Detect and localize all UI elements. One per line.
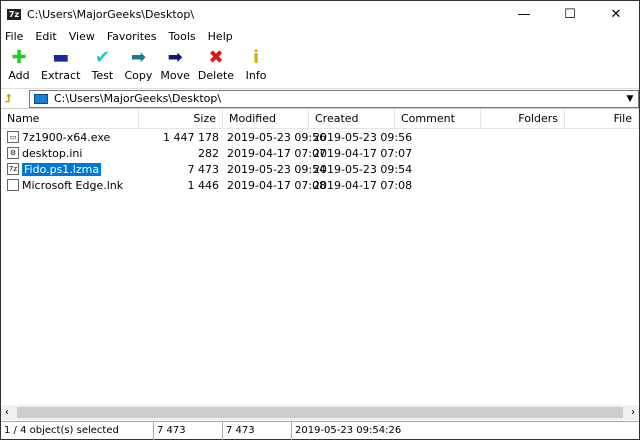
file-modified: 2019-05-23 09:56 (227, 130, 327, 144)
extract-icon: ▬ (52, 47, 70, 68)
table-row[interactable]: 7z Fido.ps1.lzma 7 473 2019-05-23 09:54 2019… (1, 161, 639, 177)
toolbar-label: Copy (124, 69, 153, 82)
table-row[interactable]: ▭ 7z1900-x64.exe 1 447 178 2019-05-23 09:56… (1, 129, 639, 145)
toolbar: ✚ Add ▬ Extract ✔ Test ➡ Copy ➡ Move ✖ Delete i Info (1, 45, 639, 89)
move-icon: ➡ (167, 47, 183, 68)
file-name-cell: Microsoft Edge.lnk (1, 179, 139, 192)
file-size: 1 447 178 (163, 130, 219, 144)
file-created: 2019-05-23 09:56 (313, 130, 413, 144)
toolbar-label: Add (8, 69, 30, 82)
delete-icon: ✖ (208, 47, 224, 68)
file-name-cell: ⚙ desktop.ini (1, 147, 139, 160)
menu-favorites[interactable]: Favorites (107, 30, 157, 43)
menu-bar: File Edit View Favorites Tools Help (1, 27, 639, 45)
title-bar: 7z C:\Users\MajorGeeks\Desktop\ — ☐ ✕ (1, 1, 639, 27)
toolbar-copy-button[interactable]: ➡ Copy (124, 47, 152, 82)
file-created: 2019-05-23 09:54 (313, 162, 413, 176)
file-icon: ⚙ (7, 147, 19, 159)
toolbar-label: Move (160, 69, 190, 82)
status-bar: 1 / 4 object(s) selected 7 473 7 473 201… (1, 421, 639, 440)
menu-tools[interactable]: Tools (169, 30, 196, 43)
toolbar-label: Info (245, 69, 267, 82)
scroll-thumb[interactable] (17, 407, 623, 418)
address-bar: ⮥ C:\Users\MajorGeeks\Desktop\ ▼ (1, 89, 639, 109)
test-icon: ✔ (94, 47, 110, 68)
scroll-right-icon[interactable]: › (627, 407, 639, 418)
file-list: ▭ 7z1900-x64.exe 1 447 178 2019-05-23 09:56… (1, 129, 639, 193)
file-name: desktop.ini (22, 146, 83, 160)
file-size: 1 446 (187, 178, 220, 192)
column-folders[interactable]: Folders (481, 109, 565, 128)
status-selection: 1 / 4 object(s) selected (1, 422, 154, 440)
file-modified: 2019-04-17 07:08 (227, 178, 327, 192)
file-icon: ▭ (7, 131, 19, 143)
toolbar-label: Test (91, 69, 114, 82)
column-name[interactable]: Name (1, 109, 139, 128)
menu-view[interactable]: View (69, 30, 95, 43)
file-name: 7z1900-x64.exe (22, 130, 111, 144)
file-size: 7 473 (187, 162, 220, 176)
app-icon: 7z (7, 8, 21, 20)
desktop-icon (34, 93, 48, 104)
toolbar-test-button[interactable]: ✔ Test (88, 47, 116, 82)
scroll-left-icon[interactable]: ‹ (1, 407, 13, 418)
add-icon: ✚ (11, 47, 27, 68)
toolbar-info-button[interactable]: i Info (242, 47, 270, 82)
column-comment[interactable]: Comment (395, 109, 481, 128)
toolbar-move-button[interactable]: ➡ Move (160, 47, 190, 82)
toolbar-delete-button[interactable]: ✖ Delete (198, 47, 234, 82)
close-button[interactable]: ✕ (593, 7, 639, 22)
address-input[interactable]: C:\Users\MajorGeeks\Desktop\ ▼ (29, 89, 639, 108)
file-icon (7, 179, 19, 191)
table-row[interactable]: Microsoft Edge.lnk 1 446 2019-04-17 07:08 2… (1, 177, 639, 193)
horizontal-scrollbar[interactable]: ‹ › (1, 405, 639, 420)
toolbar-label: Extract (41, 69, 81, 82)
file-name: Fido.ps1.lzma (22, 162, 102, 176)
file-name-cell: ▭ 7z1900-x64.exe (1, 131, 139, 144)
column-created[interactable]: Created (309, 109, 395, 128)
file-created: 2019-04-17 07:07 (313, 146, 413, 160)
file-size: 282 (198, 146, 219, 160)
status-date: 2019-05-23 09:54:26 (295, 425, 402, 436)
column-header: Name Size Modified Created Comment Folde… (1, 109, 639, 129)
minimize-button[interactable]: — (501, 7, 547, 22)
status-packed-size: 7 473 (223, 422, 292, 440)
status-size: 7 473 (154, 422, 223, 440)
copy-icon: ➡ (130, 47, 146, 68)
address-path: C:\Users\MajorGeeks\Desktop\ (54, 92, 222, 105)
toolbar-add-button[interactable]: ✚ Add (5, 47, 33, 82)
toolbar-extract-button[interactable]: ▬ Extract (41, 47, 80, 82)
chevron-down-icon[interactable]: ▼ (622, 94, 638, 104)
file-modified: 2019-04-17 07:07 (227, 146, 327, 160)
menu-help[interactable]: Help (208, 30, 233, 43)
maximize-button[interactable]: ☐ (547, 7, 593, 22)
info-icon: i (252, 47, 260, 68)
file-name: Microsoft Edge.lnk (22, 178, 124, 192)
file-modified: 2019-05-23 09:54 (227, 162, 327, 176)
file-icon: 7z (7, 163, 19, 175)
folder-up-icon[interactable]: ⮥ (5, 92, 21, 106)
column-size[interactable]: Size (139, 109, 223, 128)
toolbar-label: Delete (197, 69, 235, 82)
column-files[interactable]: File (565, 109, 639, 128)
menu-file[interactable]: File (5, 30, 23, 43)
file-name-cell: 7z Fido.ps1.lzma (1, 162, 139, 176)
menu-edit[interactable]: Edit (35, 30, 56, 43)
window-title: C:\Users\MajorGeeks\Desktop\ (27, 7, 195, 21)
file-created: 2019-04-17 07:08 (313, 178, 413, 192)
table-row[interactable]: ⚙ desktop.ini 282 2019-04-17 07:07 2019-04-1… (1, 145, 639, 161)
column-modified[interactable]: Modified (223, 109, 309, 128)
